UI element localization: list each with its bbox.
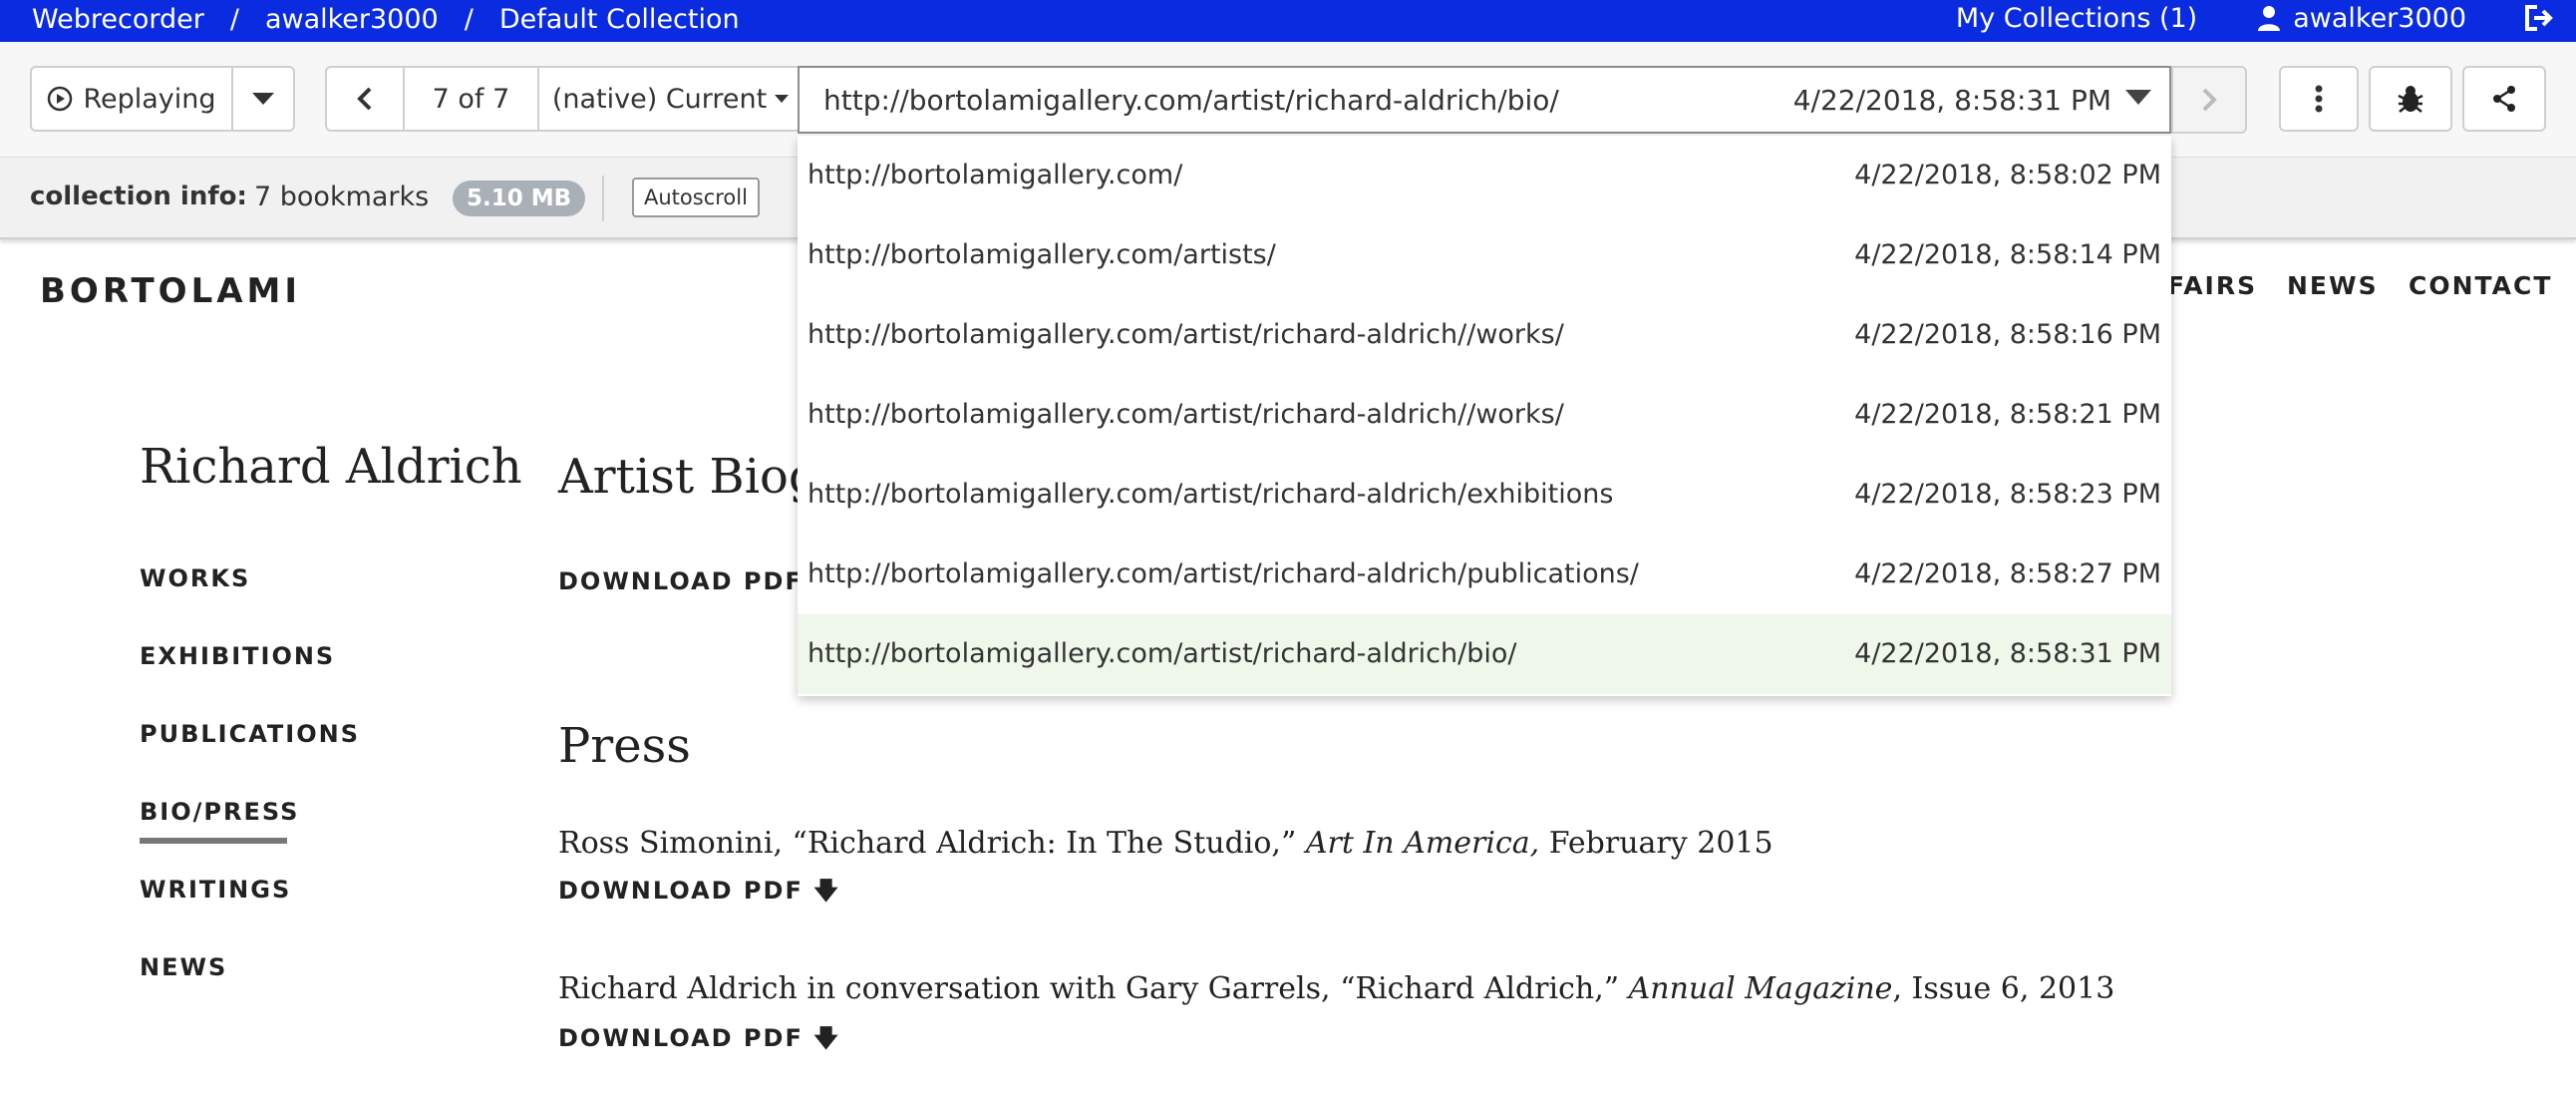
breadcrumb: Webrecorder / awalker3000 / Default Coll… [32, 4, 740, 35]
url-bar[interactable]: http://bortolamigallery.com/artist/richa… [798, 66, 2171, 134]
user-icon [2258, 6, 2281, 31]
press-date: February 2015 [1548, 826, 1773, 861]
sidenav-works[interactable]: WORKS [140, 564, 250, 592]
history-time: 4/22/2018, 8:58:14 PM [1854, 239, 2161, 270]
bug-report-button[interactable] [2369, 66, 2452, 132]
site-nav-news[interactable]: NEWS [2287, 271, 2379, 300]
press-heading: Press [558, 718, 691, 774]
sidenav-exhibitions[interactable]: EXHIBITIONS [140, 642, 335, 670]
bookmarks-count: 7 bookmarks [254, 182, 430, 212]
history-url: http://bortolamigallery.com/artist/richa… [807, 638, 1517, 669]
history-url: http://bortolamigallery.com/ [807, 160, 1183, 190]
collection-size-badge: 5.10 MB [453, 181, 586, 216]
mode-label: Replaying [83, 83, 216, 115]
sidenav-publications[interactable]: PUBLICATIONS [140, 720, 360, 748]
arrow-down-icon: 🡇 [813, 1024, 840, 1052]
history-time: 4/22/2018, 8:58:21 PM [1854, 399, 2161, 430]
autoscroll-toggle[interactable]: Autoscroll [632, 178, 760, 217]
breadcrumb-user[interactable]: awalker3000 [265, 4, 439, 35]
arrow-down-icon: 🡇 [813, 877, 840, 905]
bug-icon [2398, 86, 2423, 113]
artist-name: Richard Aldrich [140, 439, 522, 495]
press-text: Richard Aldrich in conversation with Gar… [558, 971, 1620, 1006]
play-circle-icon [48, 86, 73, 112]
username: awalker3000 [2293, 2, 2466, 34]
page-history-dropdown: http://bortolamigallery.com/ 4/22/2018, … [798, 136, 2171, 696]
download-pdf-label: DOWNLOAD PDF [558, 1024, 804, 1052]
history-time: 4/22/2018, 8:58:16 PM [1854, 319, 2161, 350]
bio-heading: Artist Biog [558, 449, 819, 505]
timestamp-dropdown-icon[interactable] [2125, 90, 2151, 105]
logout-icon [2525, 5, 2553, 31]
chevron-left-icon [356, 87, 372, 111]
history-item-active[interactable]: http://bortolamigallery.com/artist/richa… [798, 614, 2171, 694]
history-item[interactable]: http://bortolamigallery.com/ 4/22/2018, … [798, 136, 2171, 215]
collection-info-label: collection info: [30, 182, 247, 211]
navigation-group: 7 of 7 (native) Current [325, 66, 802, 132]
chevron-right-icon [2202, 88, 2217, 112]
active-nav-indicator [140, 838, 287, 844]
app-home-link[interactable]: Webrecorder [32, 4, 204, 35]
top-navbar: Webrecorder / awalker3000 / Default Coll… [0, 0, 2576, 42]
history-item[interactable]: http://bortolamigallery.com/artists/ 4/2… [798, 215, 2171, 295]
site-nav-contact[interactable]: CONTACT [2409, 271, 2552, 300]
press-text: Ross Simonini, “Richard Aldrich: In The … [558, 826, 1297, 861]
user-menu[interactable]: awalker3000 [2257, 3, 2466, 34]
divider [602, 176, 604, 221]
more-options-button[interactable] [2279, 66, 2359, 132]
history-item[interactable]: http://bortolamigallery.com/artist/richa… [798, 375, 2171, 455]
history-item[interactable]: http://bortolamigallery.com/artist/richa… [798, 535, 2171, 614]
replaying-button[interactable]: Replaying [32, 68, 233, 130]
site-nav-fairs[interactable]: FAIRS [2167, 271, 2257, 300]
url-input[interactable]: http://bortolamigallery.com/artist/richa… [823, 84, 1559, 117]
download-pdf-link[interactable]: DOWNLOAD PDF 🡇 [558, 874, 840, 914]
press-publication: Annual Magazine [1628, 971, 1893, 1006]
browser-label: (native) Current [551, 83, 768, 115]
history-url: http://bortolamigallery.com/artist/richa… [807, 558, 1639, 589]
breadcrumb-collection[interactable]: Default Collection [499, 4, 740, 35]
history-item[interactable]: http://bortolamigallery.com/artist/richa… [798, 295, 2171, 375]
mode-group: Replaying [30, 66, 295, 132]
history-time: 4/22/2018, 8:58:23 PM [1854, 479, 2161, 510]
browser-select[interactable]: (native) Current [539, 68, 802, 130]
my-collections-link[interactable]: My Collections (1) [1956, 3, 2197, 34]
download-pdf-label: DOWNLOAD PDF [558, 877, 804, 905]
vertical-ellipsis-icon [2315, 85, 2323, 113]
history-time: 4/22/2018, 8:58:02 PM [1854, 160, 2161, 190]
sidenav-writings[interactable]: WRITINGS [140, 876, 291, 904]
back-button[interactable] [327, 68, 405, 130]
caret-down-icon [775, 95, 790, 103]
breadcrumb-separator: / [229, 4, 239, 35]
sidenav-news[interactable]: NEWS [140, 953, 227, 981]
share-button[interactable] [2462, 66, 2546, 132]
page-counter: 7 of 7 [405, 68, 540, 130]
press-item: Ross Simonini, “Richard Aldrich: In The … [558, 826, 1773, 861]
forward-button[interactable] [2171, 66, 2247, 134]
sidenav-bio-press[interactable]: BIO/PRESS [140, 798, 299, 826]
logout-button[interactable] [2522, 2, 2554, 34]
history-time: 4/22/2018, 8:58:31 PM [1854, 638, 2161, 669]
history-item[interactable]: http://bortolamigallery.com/artist/richa… [798, 455, 2171, 535]
history-url: http://bortolamigallery.com/artist/richa… [807, 479, 1614, 510]
share-icon [2493, 86, 2515, 112]
press-publication: Art In America, [1305, 826, 1540, 861]
history-url: http://bortolamigallery.com/artist/richa… [807, 399, 1564, 430]
site-logo[interactable]: BORTOLAMI [40, 271, 301, 311]
breadcrumb-separator: / [464, 4, 474, 35]
press-date: , Issue 6, 2013 [1892, 971, 2115, 1006]
download-pdf-label: DOWNLOAD PDF [558, 567, 804, 595]
download-pdf-link[interactable]: DOWNLOAD PDF 🡇 [558, 1021, 840, 1062]
timestamp-label: 4/22/2018, 8:58:31 PM [1792, 84, 2111, 117]
history-url: http://bortolamigallery.com/artists/ [807, 239, 1276, 270]
press-item: Richard Aldrich in conversation with Gar… [558, 971, 2114, 1006]
mode-menu-button[interactable] [233, 68, 293, 130]
history-time: 4/22/2018, 8:58:27 PM [1854, 558, 2161, 589]
history-url: http://bortolamigallery.com/artist/richa… [807, 319, 1564, 350]
caret-down-icon [252, 93, 274, 105]
